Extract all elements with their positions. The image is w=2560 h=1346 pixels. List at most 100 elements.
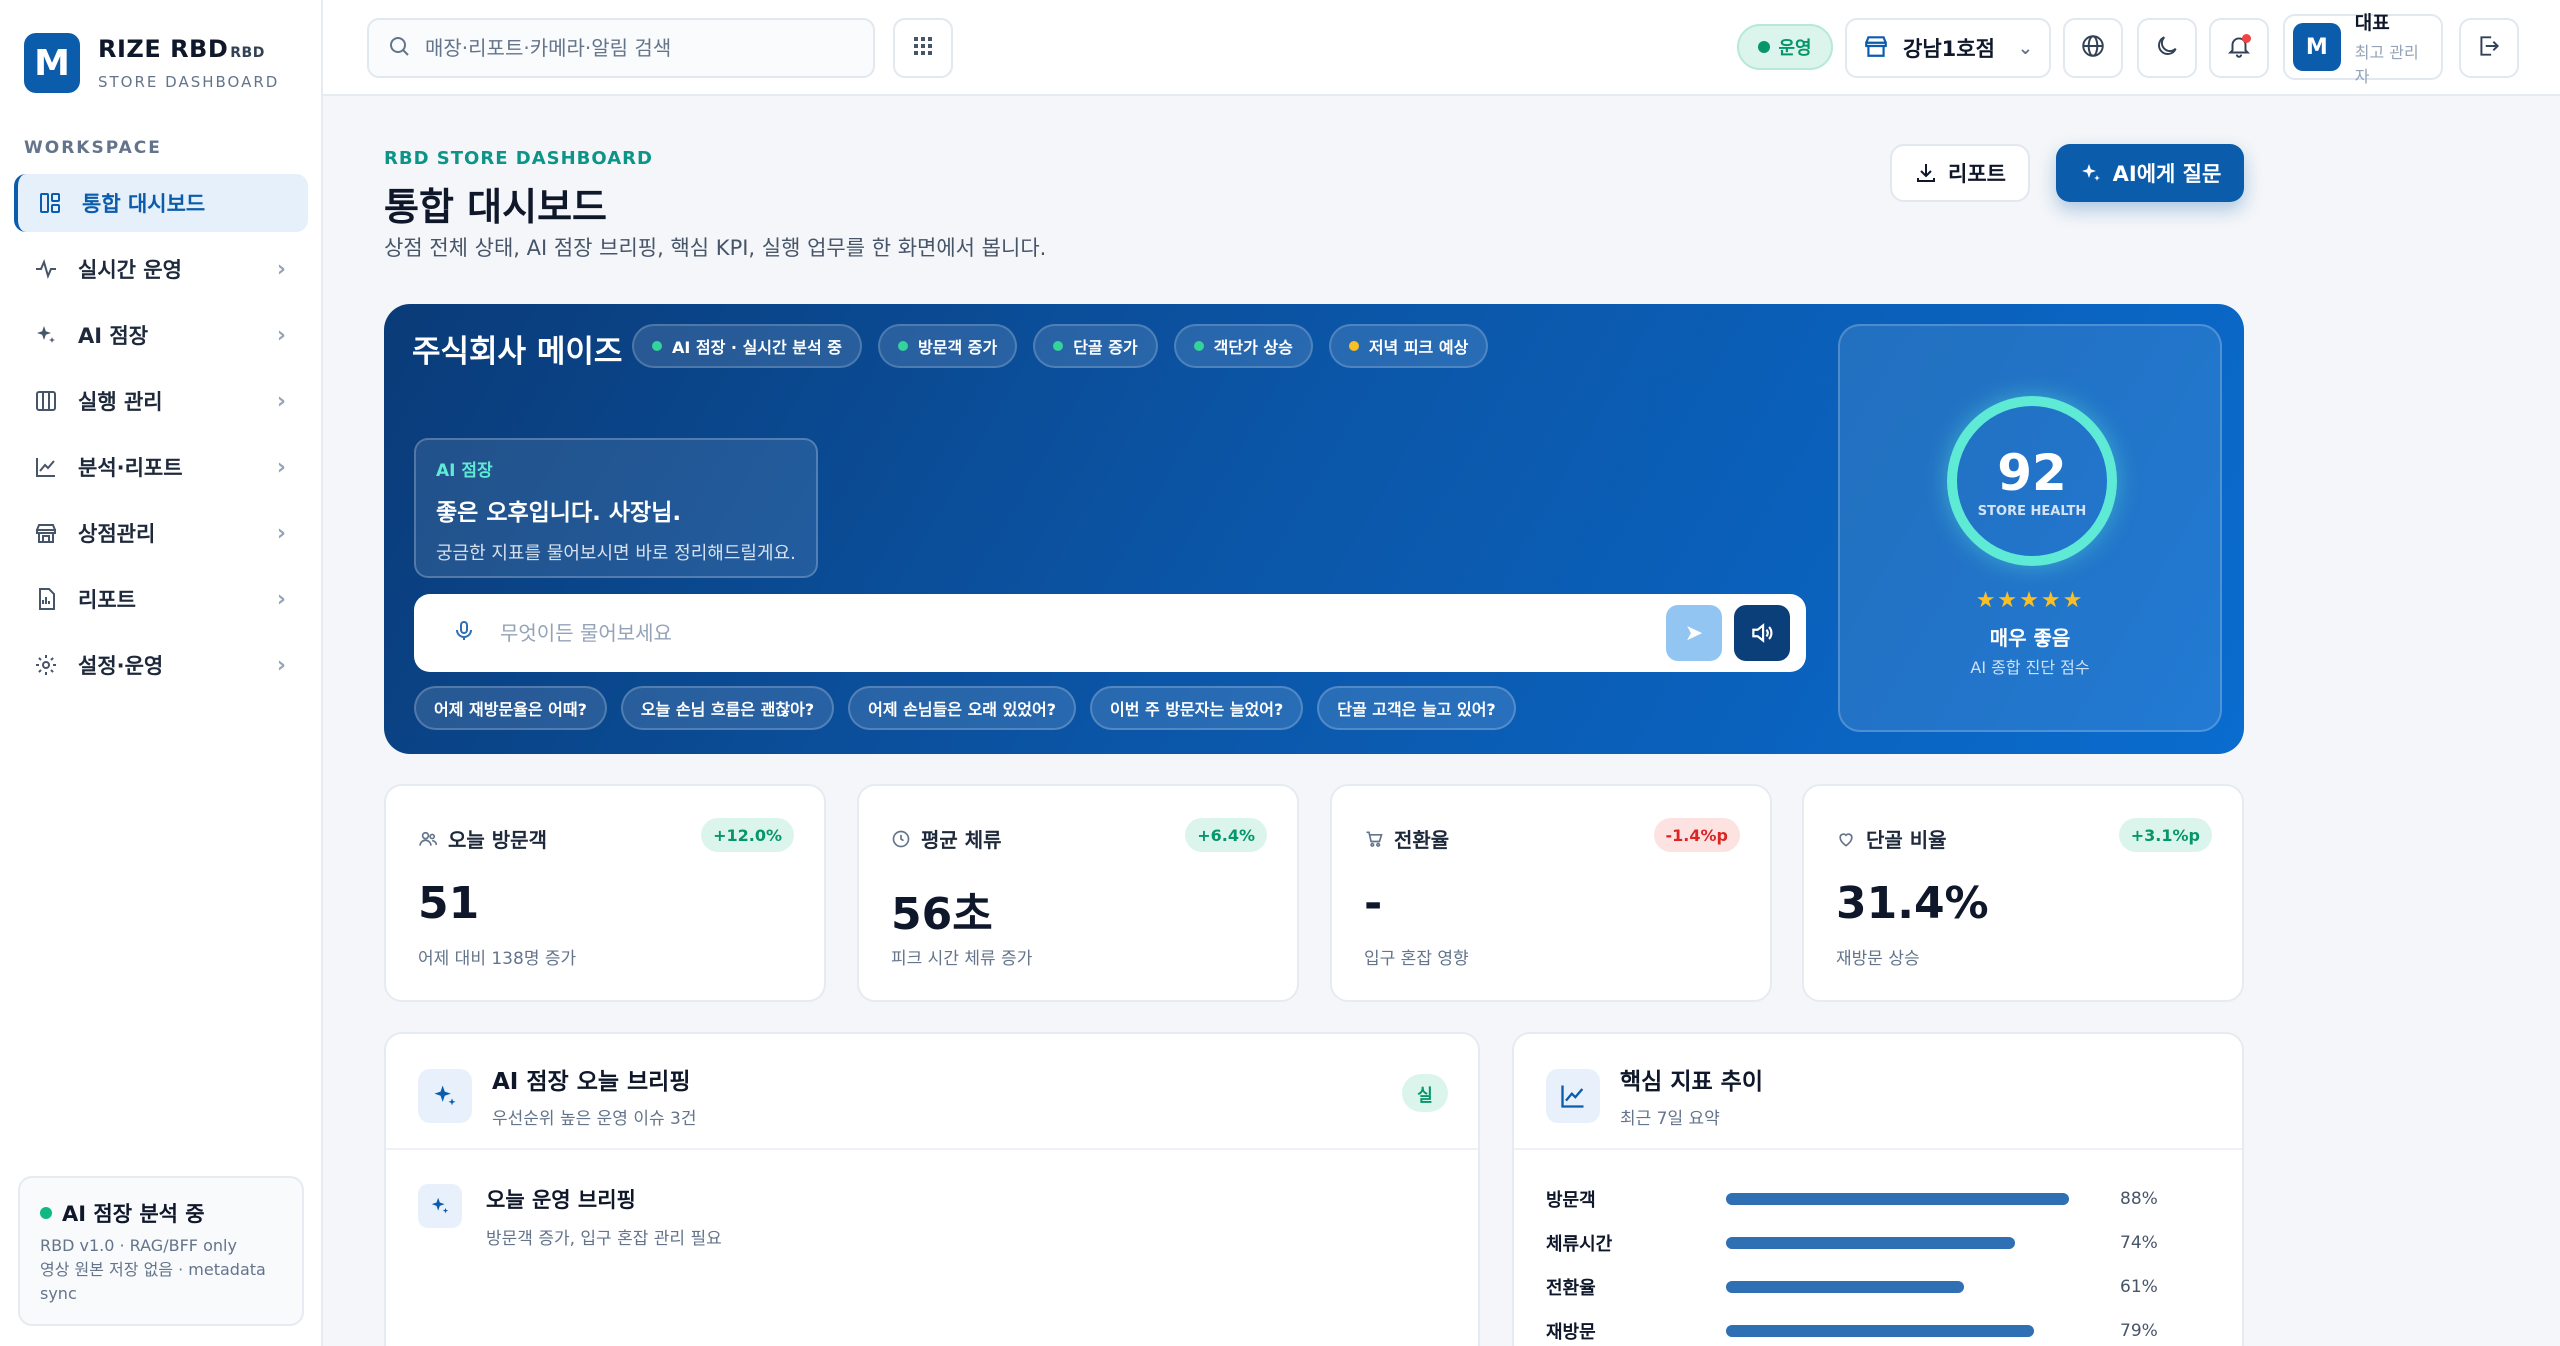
suggestion-chip[interactable]: 오늘 손님 흐름은 괜찮아? xyxy=(620,686,835,730)
kpi-card-visitors[interactable]: 오늘 방문객 +12.0% 51 어제 대비 138명 증가 xyxy=(384,784,826,1002)
panel-subtitle: 우선순위 높은 운영 이슈 3건 xyxy=(492,1109,697,1129)
file-icon xyxy=(32,585,60,613)
suggestion-chip[interactable]: 이번 주 방문자는 늘었어? xyxy=(1090,686,1304,730)
trend-value: 79% xyxy=(2120,1321,2158,1341)
chevron-right-icon: › xyxy=(276,454,286,480)
ai-greeting-sub: 궁금한 지표를 물어보시면 바로 정리해드릴게요. xyxy=(436,543,796,564)
trend-value: 61% xyxy=(2120,1277,2158,1297)
kpi-value: 31.4% xyxy=(1836,878,1989,929)
company-name: 주식회사 메이즈 xyxy=(412,334,623,370)
health-grade-sub: AI 종합 진단 점수 xyxy=(1970,658,2090,677)
chart-line-icon xyxy=(1546,1068,1600,1123)
report-button[interactable]: 리포트 xyxy=(1890,144,2030,202)
sidebar-item-execution[interactable]: 실행 관리 › xyxy=(14,372,308,430)
sidebar-item-settings[interactable]: 설정·운영 › xyxy=(14,636,308,694)
search-box[interactable] xyxy=(367,18,875,78)
ai-status-line: RBD v1.0 · RAG/BFF only xyxy=(40,1236,237,1255)
speaker-icon xyxy=(1752,623,1773,643)
panel-title: 핵심 지표 추이 xyxy=(1620,1069,1763,1095)
kpi-change-badge: +12.0% xyxy=(701,818,794,852)
store-icon xyxy=(32,519,60,547)
ai-greeting: 좋은 오후입니다. 사장님. xyxy=(436,500,682,526)
star-rating: ★★★★★ xyxy=(1975,588,2085,613)
sidebar-item-analytics[interactable]: 분석·리포트 › xyxy=(14,438,308,496)
sidebar-item-report[interactable]: 리포트 › xyxy=(14,570,308,628)
language-button[interactable] xyxy=(2063,18,2123,78)
kpi-card-conversion[interactable]: 전환율 -1.4%p - 입구 혼잡 영향 xyxy=(1330,784,1772,1002)
notification-button[interactable] xyxy=(2209,18,2269,78)
kpi-card-regulars[interactable]: 단골 비율 +3.1%p 31.4% 재방문 상승 xyxy=(1802,784,2244,1002)
brand[interactable]: M RIZE RBD RBD STORE DASHBOARD xyxy=(24,32,279,94)
sidebar-item-label: 실시간 운영 xyxy=(78,258,182,282)
trend-row: 재방문 79% xyxy=(1546,1316,2166,1346)
brand-suffix: RBD xyxy=(230,45,265,61)
trend-bar xyxy=(1726,1325,2035,1337)
ask-ai-button[interactable]: AI에게 질문 xyxy=(2056,144,2244,202)
store-select[interactable]: 강남1호점 ⌄ xyxy=(1845,18,2051,78)
notification-dot xyxy=(2242,34,2251,43)
sidebar-nav: 통합 대시보드 실시간 운영 › AI 점장 › 실행 관리 › 분석·리포트 … xyxy=(14,174,308,702)
suggestion-chip[interactable]: 어제 손님들은 오래 있었어? xyxy=(848,686,1077,730)
divider xyxy=(386,1148,1478,1150)
microphone-icon[interactable] xyxy=(452,618,476,648)
ai-status-line: sync xyxy=(40,1284,77,1303)
kpi-change-badge: +6.4% xyxy=(1185,818,1267,852)
briefing-item-sub: 방문객 증가, 입구 혼잡 관리 필요 xyxy=(486,1229,722,1249)
trend-bar xyxy=(1726,1237,2015,1249)
brand-logo: M xyxy=(24,33,80,93)
status-dot xyxy=(40,1207,52,1219)
chevron-right-icon: › xyxy=(276,388,286,414)
sidebar-item-ai-manager[interactable]: AI 점장 › xyxy=(14,306,308,364)
store-health-card: 92 STORE HEALTH ★★★★★ 매우 좋음 AI 종합 진단 점수 xyxy=(1838,324,2222,732)
logout-button[interactable] xyxy=(2459,18,2519,78)
divider xyxy=(1514,1148,2242,1150)
trend-label: 체류시간 xyxy=(1546,1234,1613,1255)
apps-button[interactable] xyxy=(893,18,953,78)
brand-subtitle: STORE DASHBOARD xyxy=(98,73,280,91)
ask-input[interactable] xyxy=(500,621,1640,645)
workspace-label: WORKSPACE xyxy=(24,138,162,158)
send-button[interactable]: ➤ xyxy=(1666,605,1722,661)
kpi-value: 51 xyxy=(418,878,480,929)
users-icon xyxy=(418,829,438,849)
download-icon xyxy=(1917,164,1936,182)
sidebar-item-dashboard[interactable]: 통합 대시보드 xyxy=(14,174,308,232)
trend-value: 74% xyxy=(2120,1233,2158,1253)
grid-icon xyxy=(911,34,935,62)
user-menu[interactable]: M 대표 최고 관리자 xyxy=(2283,12,2443,86)
ask-bar: ➤ xyxy=(414,594,1806,672)
kanban-icon xyxy=(32,387,60,415)
kpi-card-dwell[interactable]: 평균 체류 +6.4% 56초 피크 시간 체류 증가 xyxy=(857,784,1299,1002)
health-grade: 매우 좋음 xyxy=(1989,626,2071,650)
sparkle-icon xyxy=(418,1184,462,1228)
trend-label: 방문객 xyxy=(1546,1190,1596,1211)
sparkle-icon xyxy=(2081,164,2100,181)
live-badge: 실 xyxy=(1402,1074,1448,1112)
status-chip: 객단가 상승 xyxy=(1173,324,1313,368)
ai-status-card: AI 점장 분석 중 RBD v1.0 · RAG/BFF only 영상 원본… xyxy=(18,1176,304,1326)
chevron-right-icon: › xyxy=(276,520,286,546)
voice-button[interactable] xyxy=(1734,605,1790,661)
search-input[interactable] xyxy=(425,36,845,60)
briefing-item[interactable]: 오늘 운영 브리핑 방문객 증가, 입구 혼잡 관리 필요 xyxy=(418,1184,722,1249)
hero-panel: 주식회사 메이즈 AI 점장 · 실시간 분석 중 방문객 증가 단골 증가 객… xyxy=(384,304,2244,754)
page-eyebrow: RBD STORE DASHBOARD xyxy=(384,148,653,169)
ai-briefing-panel: AI 점장 오늘 브리핑 우선순위 높은 운영 이슈 3건 실 오늘 운영 브리… xyxy=(384,1032,1480,1346)
kpi-change-badge: -1.4%p xyxy=(1653,818,1740,852)
sidebar-item-label: 통합 대시보드 xyxy=(82,192,206,216)
status-chip: 저녁 피크 예상 xyxy=(1328,324,1489,368)
search-icon xyxy=(387,34,411,62)
status-chip: AI 점장 · 실시간 분석 중 xyxy=(632,324,863,368)
topbar: 운영 강남1호점 ⌄ M 대표 최고 관리자 xyxy=(323,0,2560,96)
suggestion-chip[interactable]: 어제 재방문율은 어때? xyxy=(414,686,607,730)
sidebar-item-store[interactable]: 상점관리 › xyxy=(14,504,308,562)
kpi-sub: 입구 혼잡 영향 xyxy=(1364,949,1469,969)
user-name: 대표 xyxy=(2354,11,2390,34)
suggestion-chip[interactable]: 단골 고객은 늘고 있어? xyxy=(1317,686,1516,730)
ai-tag: AI 점장 xyxy=(436,461,493,481)
theme-toggle-button[interactable] xyxy=(2137,18,2197,78)
status-badge: 운영 xyxy=(1737,24,1833,70)
chevron-right-icon: › xyxy=(276,586,286,612)
kpi-sub: 재방문 상승 xyxy=(1836,949,1920,969)
sidebar-item-realtime[interactable]: 실시간 운영 › xyxy=(14,240,308,298)
